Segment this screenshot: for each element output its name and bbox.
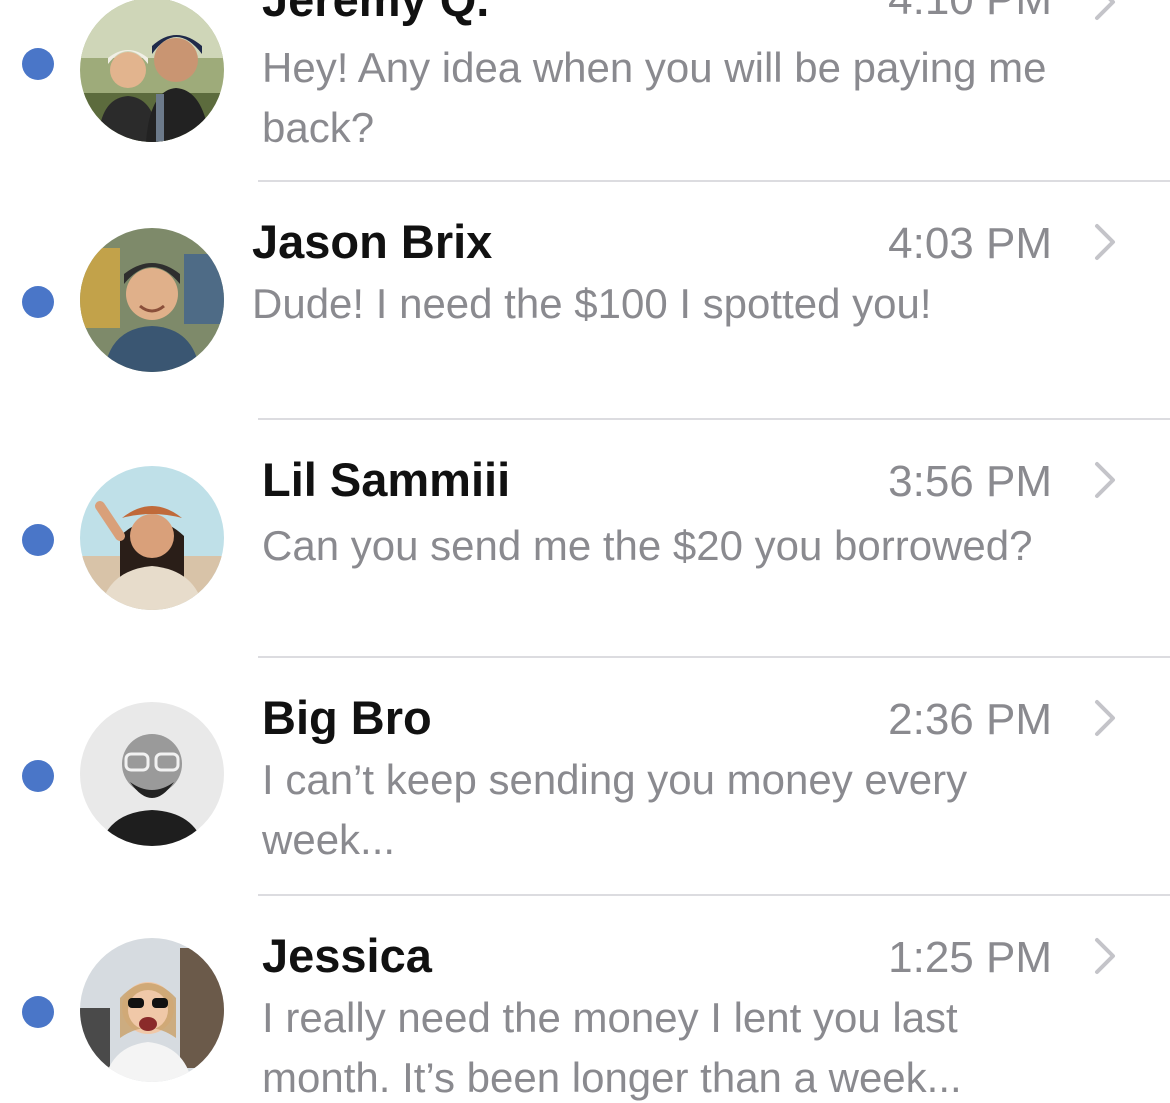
contact-name: Big Bro [262, 691, 432, 744]
chevron-right-icon [1095, 224, 1115, 260]
message-preview: Hey! Any idea when you will be paying me… [262, 44, 1047, 151]
contact-name: Jessica [262, 929, 432, 982]
unread-indicator-dot [22, 48, 54, 80]
conversation-row-lil-sammiii[interactable]: Lil Sammiii 3:56 PM Can you send me the … [0, 420, 1170, 656]
bald-man-glasses-photo-avatar [80, 702, 224, 846]
message-time: 1:25 PM [888, 933, 1052, 982]
unread-indicator-dot [22, 996, 54, 1028]
chevron-right-icon [1095, 462, 1115, 498]
contact-name: Jeremy Q. [262, 0, 489, 23]
message-preview: I really need the money I lent you last … [262, 994, 962, 1101]
chevron-right-icon [1095, 938, 1115, 974]
contact-name: Lil Sammiii [262, 453, 511, 506]
conversation-row-jason[interactable]: Jason Brix 4:03 PM Dude! I need the $100… [0, 182, 1170, 418]
conversation-row-jessica[interactable]: Jessica 1:25 PM I really need the money … [0, 896, 1170, 1103]
chevron-right-icon [1095, 0, 1115, 20]
unread-indicator-dot [22, 286, 54, 318]
woman-sunglasses-photo-avatar [80, 938, 224, 1082]
conversation-list: Jeremy Q. 4:10 PM Hey! Any idea when you… [0, 0, 1170, 1103]
message-preview: I can’t keep sending you money every wee… [262, 756, 968, 863]
man-cap-photo-avatar [80, 228, 224, 372]
woman-beret-photo-avatar [80, 466, 224, 610]
message-preview: Dude! I need the $100 I spotted you! [252, 280, 932, 327]
message-time: 3:56 PM [888, 457, 1052, 506]
message-time: 4:03 PM [888, 219, 1052, 268]
contact-name: Jason Brix [252, 215, 493, 268]
unread-indicator-dot [22, 760, 54, 792]
conversation-row-big-bro[interactable]: Big Bro 2:36 PM I can’t keep sending you… [0, 658, 1170, 894]
unread-indicator-dot [22, 524, 54, 556]
chevron-right-icon [1095, 700, 1115, 736]
conversation-row-jeremy[interactable]: Jeremy Q. 4:10 PM Hey! Any idea when you… [0, 0, 1170, 180]
message-time: 4:10 PM [888, 0, 1052, 22]
couple-photo-avatar [80, 0, 224, 142]
message-preview: Can you send me the $20 you borrowed? [262, 522, 1033, 569]
message-time: 2:36 PM [888, 695, 1052, 744]
